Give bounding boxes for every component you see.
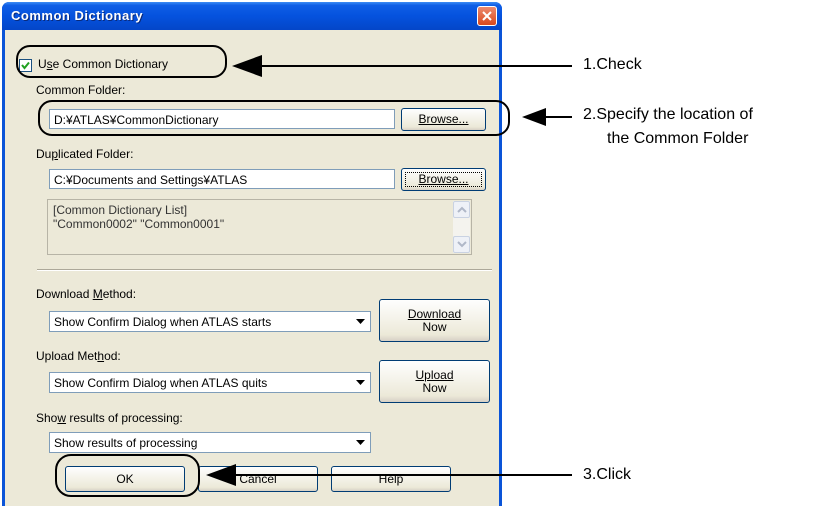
annotation-step1: 1.Check <box>583 56 642 73</box>
annotation-step3: 3.Click <box>583 466 632 483</box>
arrow-step3 <box>206 464 572 486</box>
annotation-step2-line2: the Common Folder <box>607 130 749 147</box>
arrow-step1 <box>232 55 572 77</box>
annotation-arrows <box>206 55 572 486</box>
arrow-step2 <box>522 108 572 126</box>
annotation-step2-line1: 2.Specify the location of <box>583 106 753 123</box>
